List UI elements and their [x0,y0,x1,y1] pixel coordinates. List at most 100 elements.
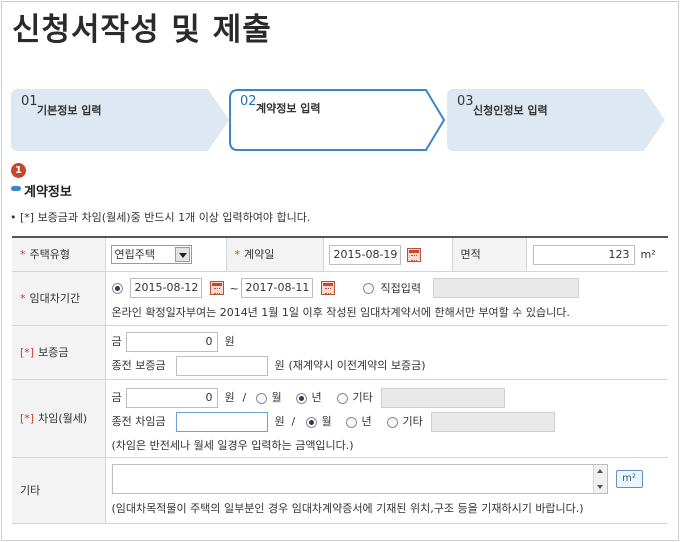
housing-type-label-cell: * 주택유형 [12,237,106,272]
prev-deposit-currency: 원 [274,358,285,372]
contract-date-input[interactable]: 2015-08-19 [328,245,401,265]
prev-rent-period-radio-year[interactable] [345,416,357,428]
area-unit: m² [640,248,656,261]
chevron-down-icon[interactable] [174,247,190,262]
calendar-icon[interactable] [320,280,335,295]
required-mark: [*] [20,346,35,359]
contract-date-label-cell: * 계약일 [226,237,324,272]
row-deposit: [*] 보증금 금 0 원 종전 보증금 원 (재계약시 이전계약의 보증금) [12,325,668,380]
step-3-arrow-shape [447,89,665,151]
area-input[interactable]: 123 [532,245,635,265]
prev-deposit-input[interactable] [175,355,268,376]
step-progress: 01 기본정보 입력 02 계약정보 입력 03 신청인정보 입력 [0,88,680,152]
scroll-up-icon[interactable] [596,468,603,473]
step-2-label: 계약정보 입력 [256,102,321,115]
step-3-label: 신청인정보 입력 [473,104,548,117]
direct-input-field [432,277,579,298]
prev-deposit-label: 종전 보증금 [111,358,166,372]
lease-period-radio-direct[interactable] [362,282,374,294]
area-label-cell: 면적 [452,238,527,271]
prev-rent-period-radio-month[interactable] [305,416,317,428]
row-lease-period: * 임대차기간 2015-08-12 ~ 2017-08-11 직접입력 온라인 … [12,271,668,326]
lease-period-radio-date[interactable] [111,282,123,294]
rent-label-cell: [*] 차임(월세) [12,379,106,458]
housing-type-label: 주택유형 [29,248,70,262]
required-mark: [*] [20,412,35,425]
contract-date-label: 계약일 [244,248,275,262]
housing-type-select[interactable]: 연립주택 [110,245,192,264]
prev-deposit-note: (재계약시 이전계약의 보증금) [288,358,426,372]
prev-rent-period-radio-etc[interactable] [386,416,398,428]
step-3: 03 신청인정보 입력 [446,88,668,152]
step-1-number: 01 [21,94,38,109]
lease-end-input[interactable]: 2017-08-11 [240,277,313,298]
required-mark: * [234,248,241,262]
row-etc: 기타 m² (임대차목적물이 주택의 일부분인 경우 임대차계약증서에 기재된 … [12,457,668,524]
step-badge: 1 [11,163,26,178]
housing-type-cell: 연립주택 [105,237,227,272]
rent-amount-label: 금 [111,390,122,404]
lease-period-label-cell: * 임대차기간 [12,271,106,326]
row-housing: * 주택유형 연립주택 * 계약일 2015-08-19 면적 123 m² [12,237,668,272]
section-title-text: 계약정보 [24,185,72,200]
deposit-cell: 금 0 원 종전 보증금 원 (재계약시 이전계약의 보증금) [105,325,668,380]
rent-period-radio-month[interactable] [255,392,267,404]
deposit-currency: 원 [224,334,235,348]
etc-note: (임대차목적물이 주택의 일부분인 경우 임대차계약증서에 기재된 위치,구조 … [111,501,584,515]
etc-label: 기타 [20,484,41,497]
rent-cell: 금 0 원 / 월 년 기타 종전 차임금 원 / 월 년 기타 (차임은 반전… [105,379,668,458]
prev-rent-period-etc-input [430,411,555,432]
contract-date-cell: 2015-08-19 [323,237,453,272]
prev-rent-period-etc-label: 기타 [402,414,423,428]
lease-period-note: 온라인 확정일자부여는 2014년 1월 1일 이후 작성된 임대차계약서에 한… [111,305,570,319]
rent-period-radio-year[interactable] [295,392,307,404]
prev-rent-input[interactable] [175,411,268,432]
rent-note: (차임은 반전세나 월세 일경우 입력하는 금액입니다.) [111,438,354,452]
deposit-label-cell: [*] 보증금 [12,325,106,380]
prev-rent-currency: 원 [274,414,285,428]
rent-period-year-label: 년 [311,390,322,404]
lease-tilde: ~ [229,281,239,295]
deposit-amount-input[interactable]: 0 [125,331,218,352]
step-3-number: 03 [457,94,474,109]
step-1: 01 기본정보 입력 [10,88,230,152]
area-unit-button[interactable]: m² [615,469,643,488]
deposit-label: 보증금 [38,346,69,359]
step-1-label: 기본정보 입력 [37,104,102,117]
step-1-arrow-shape [11,89,229,151]
rent-period-radio-etc[interactable] [336,392,348,404]
rent-period-etc-label: 기타 [352,390,373,404]
prev-rent-label: 종전 차임금 [111,414,166,428]
contract-form-table: * 주택유형 연립주택 * 계약일 2015-08-19 면적 123 m² * 임대… [12,236,668,524]
housing-type-value: 연립주택 [114,248,155,261]
prev-rent-slash: / [291,414,296,428]
calendar-icon[interactable] [209,280,224,295]
step-2-arrow-shape [229,89,446,151]
prev-rent-period-year-label: 년 [361,414,372,428]
area-cell: 면적 123 m² [452,237,668,272]
rent-label: 차임(월세) [38,412,88,425]
area-label: 면적 [460,248,481,261]
textarea-scrollbar[interactable] [592,464,607,493]
etc-cell: m² (임대차목적물이 주택의 일부분인 경우 임대차계약증서에 기재된 위치,… [105,457,668,524]
prev-rent-period-month-label: 월 [321,414,332,428]
etc-textarea[interactable] [111,463,608,494]
calendar-icon[interactable] [406,248,421,262]
lease-period-label: 임대차기간 [29,292,81,305]
section-bullet-icon [11,186,21,191]
rent-slash: / [242,390,247,404]
lease-period-cell: 2015-08-12 ~ 2017-08-11 직접입력 온라인 확정일자부여는… [105,271,668,326]
etc-label-cell: 기타 [12,457,106,524]
rent-amount-input[interactable]: 0 [125,387,218,408]
required-mark: * [20,248,26,262]
row-rent: [*] 차임(월세) 금 0 원 / 월 년 기타 종전 차임금 원 / 월 년 … [12,379,668,458]
step-2: 02 계약정보 입력 [228,88,448,152]
page-title: 신청서작성 및 제출 [12,12,272,48]
lease-start-input[interactable]: 2015-08-12 [129,277,202,298]
direct-input-label: 직접입력 [380,281,421,295]
rent-currency: 원 [224,390,235,404]
step-2-number: 02 [240,94,257,109]
scroll-down-icon[interactable] [596,484,603,489]
rent-period-month-label: 월 [271,390,282,404]
required-mark: * [20,292,26,305]
